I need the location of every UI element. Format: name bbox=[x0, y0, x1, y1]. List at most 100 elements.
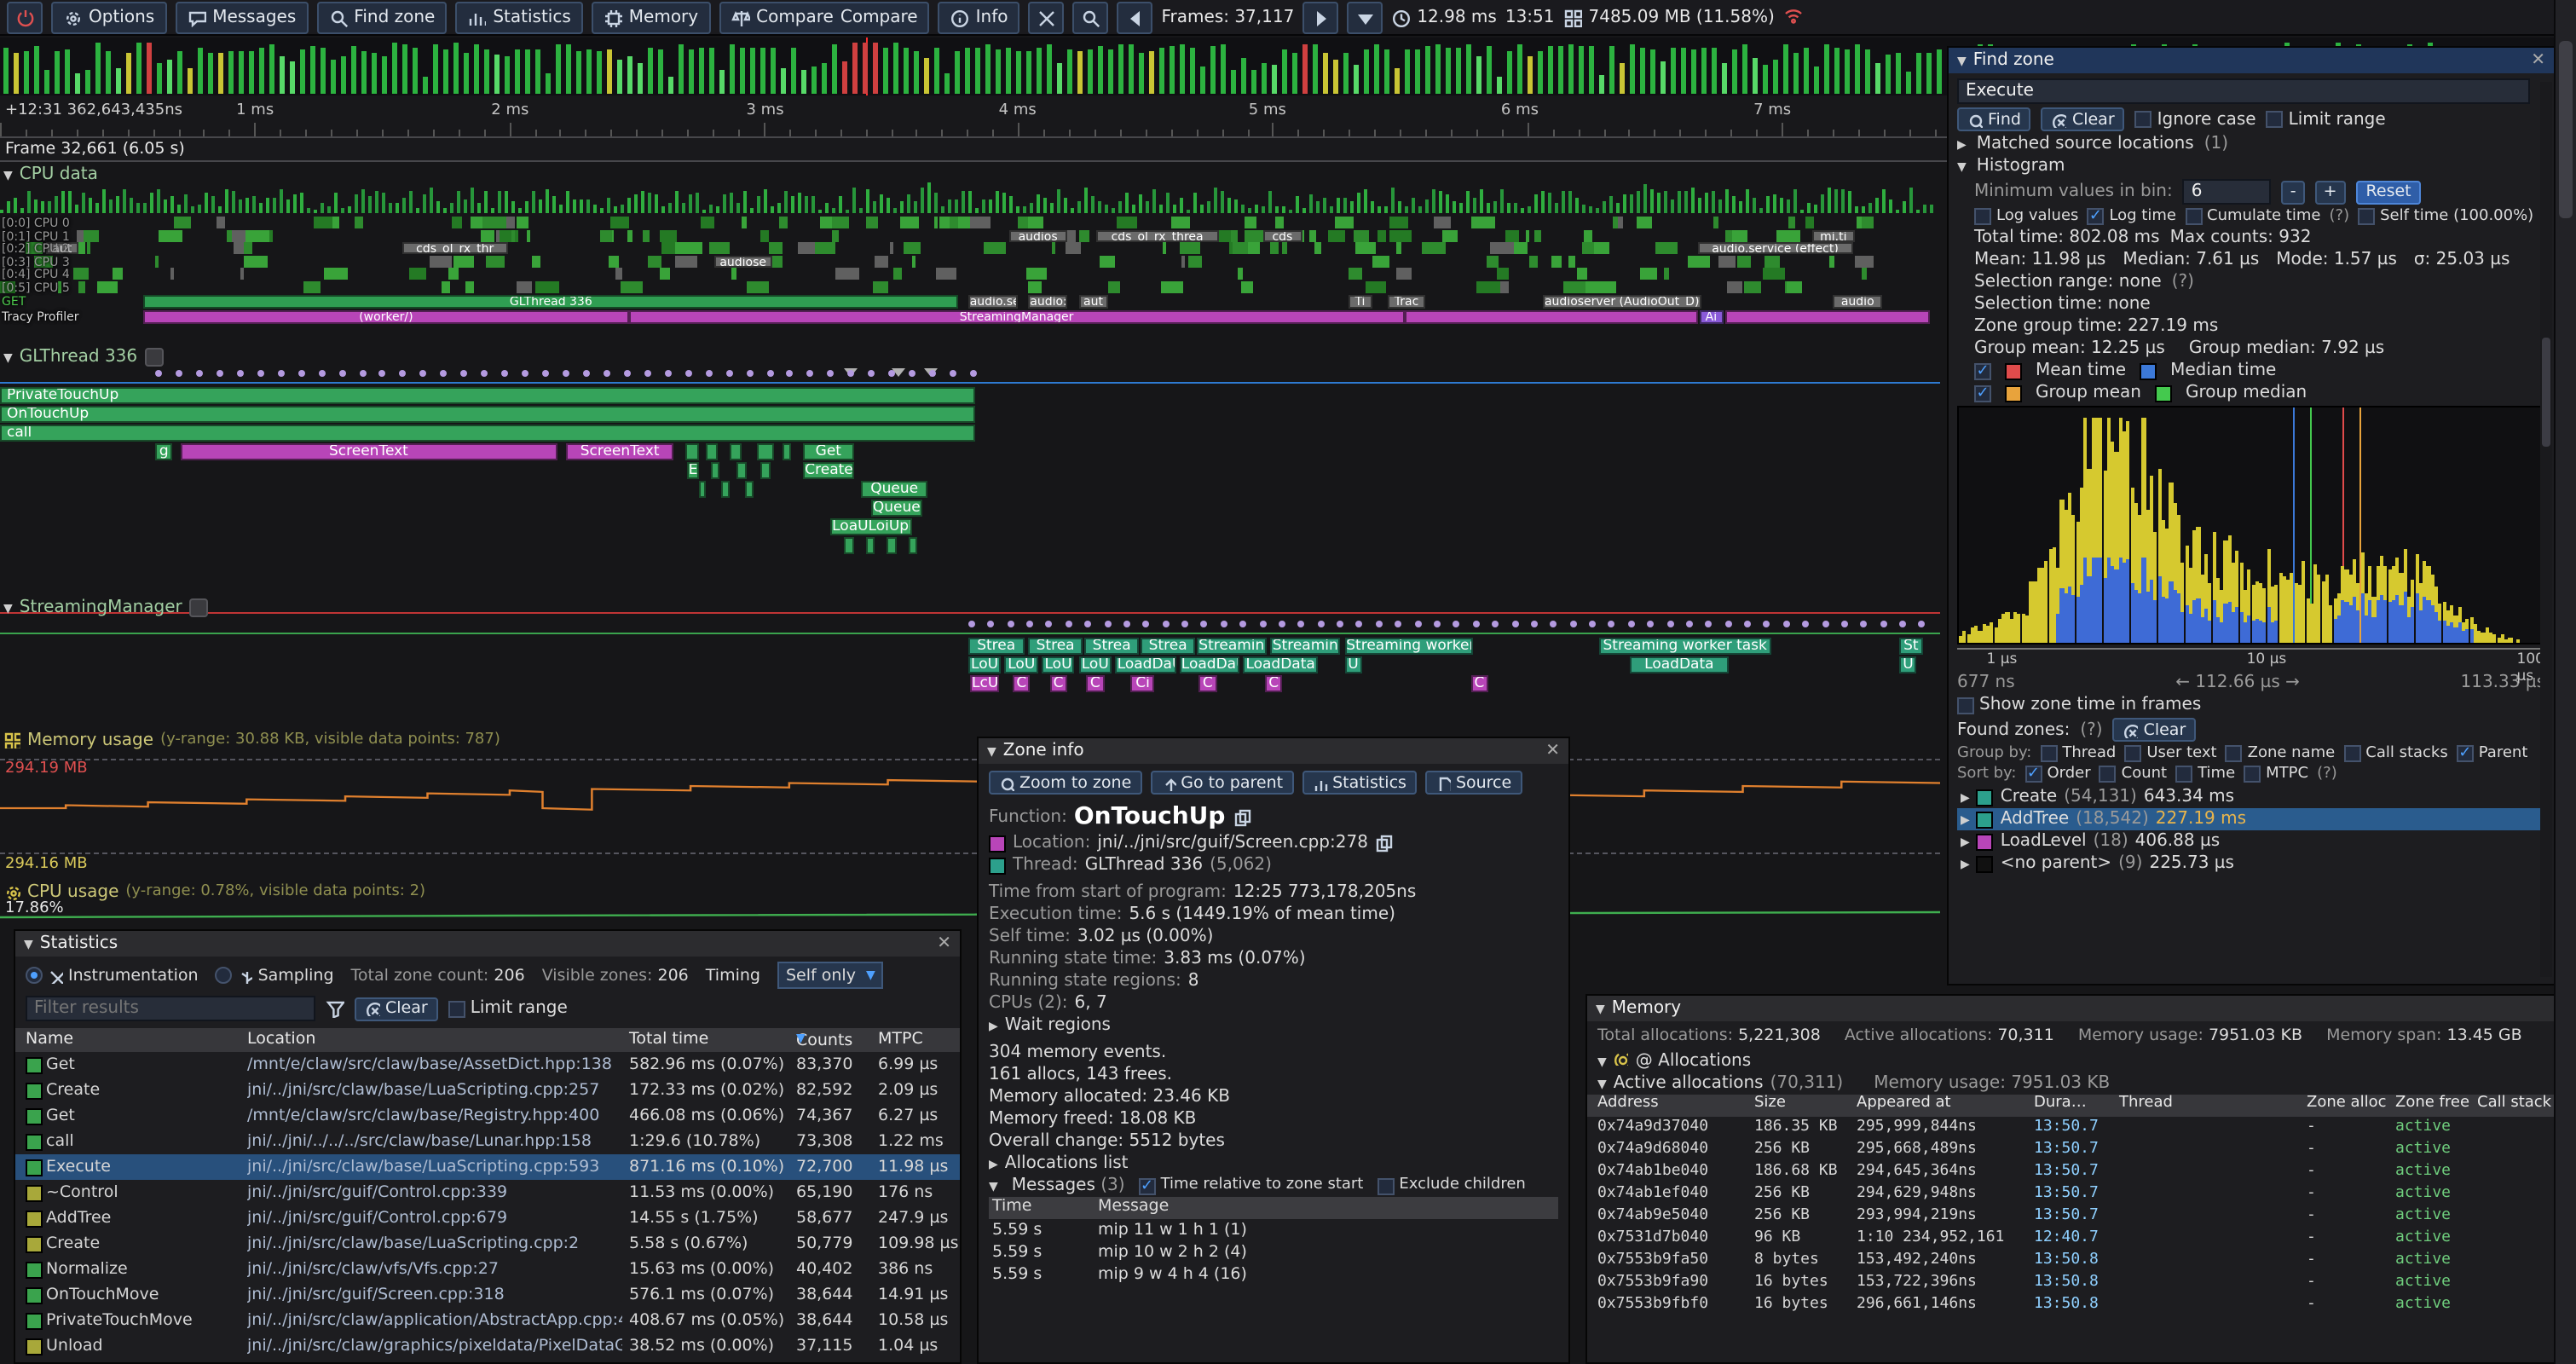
cpu-zone[interactable]: Ti bbox=[1349, 295, 1372, 309]
cpu-zone[interactable]: (worker/) bbox=[143, 310, 628, 324]
zone-bar[interactable] bbox=[844, 537, 853, 554]
allocations-list-row[interactable]: Allocations list bbox=[979, 1153, 1568, 1175]
self-time-checkbox[interactable]: Self time (100.00%) bbox=[2358, 208, 2533, 225]
statistics-row[interactable]: Get/mnt/e/claw/src/claw/base/Registry.hp… bbox=[15, 1103, 960, 1129]
collapse-icon[interactable] bbox=[1597, 1050, 1607, 1072]
group-by-option[interactable]: Parent bbox=[2457, 745, 2528, 762]
compare-button[interactable]: CompareCompare bbox=[719, 1, 930, 33]
cpu-core-row[interactable]: [0:5] CPU 5 bbox=[0, 280, 1940, 292]
statistics-row[interactable]: Createjni/../jni/src/claw/base/LuaScript… bbox=[15, 1231, 960, 1257]
zone-bar[interactable] bbox=[757, 443, 774, 460]
zone-bar[interactable]: U bbox=[1899, 656, 1916, 673]
messages-row[interactable]: Messages (3) Time relative to zone start… bbox=[979, 1175, 1568, 1197]
col-appeared[interactable]: Appeared at bbox=[1857, 1095, 2027, 1112]
copy-icon[interactable] bbox=[1375, 834, 1394, 852]
col-zone-alloc[interactable]: Zone alloc bbox=[2307, 1095, 2388, 1112]
cpu-core-row[interactable]: [0:0] CPU 0 bbox=[0, 217, 1940, 228]
memory-button[interactable]: Memory bbox=[592, 1, 710, 33]
exclude-children-checkbox[interactable]: Exclude children bbox=[1377, 1175, 1525, 1197]
find-limit-range-checkbox[interactable]: Limit range bbox=[2267, 110, 2386, 129]
zone-bar[interactable]: PrivateTouchUp bbox=[0, 387, 976, 404]
allocation-row[interactable]: 0x74ab9e5040256 KB293,994,219ns13:50.7 G… bbox=[1587, 1205, 2554, 1228]
sampling-radio[interactable]: Sampling bbox=[216, 966, 334, 985]
zone-bar[interactable]: U bbox=[1344, 656, 1361, 673]
zone-bar[interactable] bbox=[865, 537, 875, 554]
col-mtpc[interactable]: MTPC bbox=[878, 1030, 923, 1049]
cpu-zone[interactable]: audioserver (AudioOut_D) bbox=[1542, 295, 1701, 309]
cpu-core-row[interactable]: Tracy Profiler (worker/)StreamingManager… bbox=[0, 310, 1940, 324]
zone-bar[interactable]: Streaming bbox=[1197, 638, 1267, 655]
expand-icon[interactable] bbox=[1961, 832, 1970, 851]
streaming-messages-dots[interactable] bbox=[0, 619, 1940, 629]
memory-panel-title[interactable]: Memory bbox=[1587, 996, 2554, 1021]
cpu-zone[interactable]: audiose bbox=[714, 255, 772, 267]
col-thread[interactable]: Thread bbox=[2119, 1095, 2300, 1112]
collapse-icon[interactable] bbox=[987, 742, 996, 760]
zone-bar[interactable]: LoadDaU bbox=[1116, 656, 1176, 673]
col-total-time[interactable]: Total time bbox=[629, 1030, 708, 1049]
messages-button[interactable]: Messages bbox=[175, 1, 308, 33]
bin-minus-button[interactable]: - bbox=[2282, 180, 2305, 204]
next-frame-button[interactable] bbox=[1302, 1, 1338, 33]
collapse-icon[interactable] bbox=[1957, 51, 1967, 70]
cpu-core-row[interactable]: [0:3] CPU 3 audiose bbox=[0, 255, 1940, 267]
zone-bar[interactable]: LcU bbox=[970, 675, 999, 692]
bin-reset-button[interactable]: Reset bbox=[2356, 180, 2422, 204]
log-values-checkbox[interactable]: Log values bbox=[1974, 208, 2078, 225]
col-time[interactable]: Time bbox=[992, 1197, 1032, 1216]
filter-clear-button[interactable]: Clear bbox=[355, 997, 438, 1020]
expand-icon[interactable] bbox=[1961, 788, 1970, 806]
find-button[interactable]: Find bbox=[1957, 107, 2031, 131]
zone-bar[interactable]: Streaming worker task bbox=[1598, 638, 1771, 655]
zoom-button[interactable] bbox=[1073, 1, 1109, 33]
cpu-zone[interactable]: cds bbox=[1263, 229, 1302, 241]
allocation-row[interactable]: 0x7553b9fa9016 bytes153,722,396ns13:50.8… bbox=[1587, 1272, 2554, 1294]
statistics-row[interactable]: Normalizejni/../jni/src/claw/vfs/Vfs.cpp… bbox=[15, 1257, 960, 1282]
collapse-icon[interactable] bbox=[989, 1175, 998, 1197]
scrollbar-thumb[interactable] bbox=[2559, 41, 2573, 218]
zone-bar[interactable]: St bbox=[1899, 638, 1922, 655]
close-icon[interactable]: ✕ bbox=[937, 935, 951, 952]
copy-icon[interactable] bbox=[1232, 807, 1250, 826]
col-location[interactable]: Location bbox=[247, 1030, 315, 1049]
cpu-overview-graph[interactable] bbox=[0, 186, 1940, 213]
group-by-option[interactable]: Thread bbox=[2040, 745, 2116, 762]
zone-bar[interactable] bbox=[722, 481, 730, 498]
zoom-to-zone-button[interactable]: Zoom to zone bbox=[989, 771, 1141, 795]
info-button[interactable]: Info bbox=[939, 1, 1020, 33]
zone-bar[interactable]: Create bbox=[803, 462, 853, 479]
zone-info-panel-title[interactable]: Zone info ✕ bbox=[979, 738, 1568, 764]
cpu-zone[interactable]: StreamingManager bbox=[628, 310, 1404, 324]
zone-bar[interactable]: LoU bbox=[968, 656, 1002, 673]
relative-time-checkbox[interactable]: Time relative to zone start bbox=[1139, 1175, 1364, 1197]
allocation-row[interactable]: 0x74a9d37040186.35 KB295,999,844ns13:50.… bbox=[1587, 1117, 2554, 1139]
go-to-parent-button[interactable]: Go to parent bbox=[1150, 771, 1293, 795]
collapse-icon[interactable] bbox=[3, 598, 13, 616]
group-legend-checkbox[interactable] bbox=[1974, 384, 1991, 402]
zone-bar[interactable] bbox=[730, 443, 742, 460]
col-call-stack[interactable]: Call stack bbox=[2477, 1095, 2551, 1112]
glthread-header[interactable]: GLThread 336 bbox=[3, 346, 163, 367]
cpu-core-row[interactable]: [0:2] CPU 2 autcds_ol_rx_thraudio.servic… bbox=[0, 242, 1940, 254]
statistics-row[interactable]: AddTreejni/../jni/src/guif/Control.cpp:6… bbox=[15, 1205, 960, 1231]
zone-bar[interactable]: LoadData bbox=[1630, 656, 1729, 673]
message-row[interactable]: 5.59 smip 10 w 2 h 2 (4) bbox=[979, 1241, 1568, 1263]
zone-bar[interactable]: Streaming worker tas bbox=[1344, 638, 1472, 655]
find-zone-button[interactable]: Find zone bbox=[316, 1, 447, 33]
statistics-row[interactable]: Get/mnt/e/claw/src/claw/base/AssetDict.h… bbox=[15, 1052, 960, 1078]
zone-bar[interactable]: ScreenText bbox=[181, 443, 557, 460]
ignore-case-checkbox[interactable]: Ignore case bbox=[2135, 110, 2256, 129]
zone-bar[interactable]: LoU bbox=[1042, 656, 1075, 673]
zone-bar[interactable]: Strea bbox=[1141, 638, 1195, 655]
cpu-zone[interactable]: GLThread 336 bbox=[143, 295, 958, 309]
message-row[interactable]: 5.59 smip 9 w 4 h 4 (16) bbox=[979, 1263, 1568, 1286]
cpu-zone[interactable] bbox=[1724, 310, 1930, 324]
find-clear-button[interactable]: Clear bbox=[2042, 107, 2125, 131]
expand-icon[interactable] bbox=[1961, 810, 1970, 829]
funnel-icon[interactable] bbox=[326, 999, 344, 1018]
found-zone-group[interactable]: Create(54,131)643.34 ms bbox=[1957, 786, 2545, 808]
cpu-zone[interactable]: audio bbox=[1834, 295, 1882, 309]
min-bin-input[interactable] bbox=[2183, 179, 2272, 205]
statistics-row[interactable]: OnTouchMovejni/../jni/src/guif/Screen.cp… bbox=[15, 1282, 960, 1308]
zone-bar[interactable] bbox=[908, 537, 917, 554]
